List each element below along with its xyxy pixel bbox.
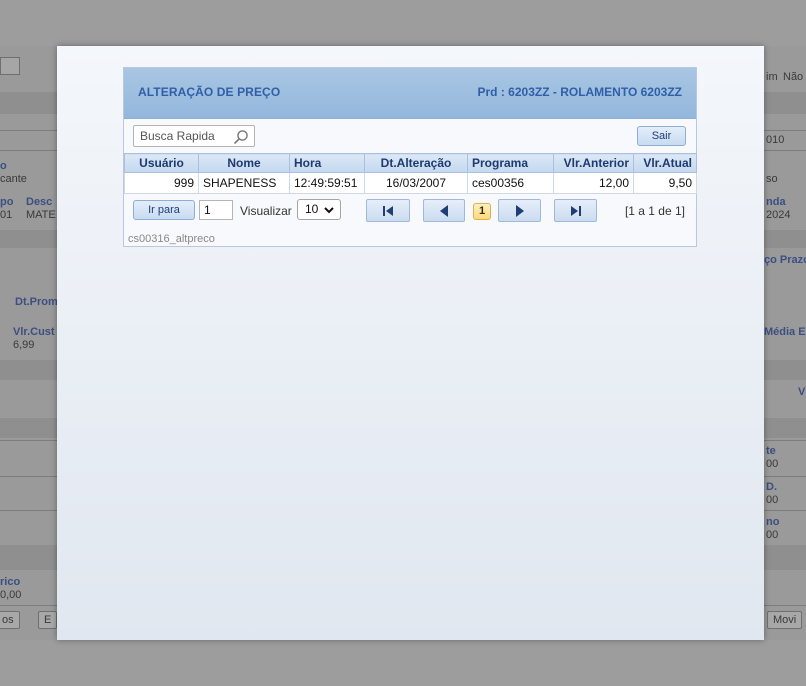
bg-label: no — [766, 516, 780, 528]
bg-bottom-bar — [0, 640, 806, 686]
table-row[interactable]: 999 SHAPENESS 12:49:59:51 16/03/2007 ces… — [124, 172, 697, 194]
quick-search — [133, 125, 255, 147]
bg-label: rico — [0, 576, 21, 588]
product-label: Prd : 6203ZZ - ROLAMENTO 6203ZZ — [477, 85, 683, 99]
bg-value: 010 — [766, 134, 785, 146]
dialog-title: ALTERAÇÃO DE PREÇO — [138, 85, 281, 99]
table-header-row: Usuário Nome Hora Dt.Alteração Programa … — [124, 153, 697, 173]
cell-vlr-atual: 9,50 — [633, 172, 697, 194]
first-page-icon — [383, 205, 393, 216]
bg-value: 00 — [766, 529, 779, 541]
bg-label: te — [766, 445, 776, 457]
bg-label: Média En — [764, 326, 806, 338]
bg-label: Desc — [26, 196, 53, 208]
column-header-dt-alteracao[interactable]: Dt.Alteração — [364, 153, 468, 173]
page-size-label: Visualizar — [240, 204, 292, 218]
goto-page-button[interactable]: Ir para — [133, 200, 195, 220]
column-header-programa[interactable]: Programa — [467, 153, 554, 173]
form-id-label: cs00316_altpreco — [128, 233, 215, 245]
cell-nome: SHAPENESS — [198, 172, 290, 194]
first-page-button[interactable] — [366, 199, 410, 222]
bg-label: D. — [766, 481, 777, 493]
bg-value: 2024 — [766, 209, 791, 221]
cell-vlr-anterior: 12,00 — [553, 172, 634, 194]
current-page-button[interactable]: 1 — [473, 203, 491, 220]
bg-radio-label: Não — [783, 71, 804, 83]
bg-value: cante — [0, 173, 27, 185]
close-button[interactable]: Sair — [637, 126, 686, 146]
prev-page-button[interactable] — [423, 199, 465, 222]
goto-page-input[interactable] — [199, 200, 233, 220]
bg-label: Vlr.Cust — [13, 326, 55, 338]
bg-label: Dt.Prom — [15, 296, 58, 308]
price-history-table: Usuário Nome Hora Dt.Alteração Programa … — [124, 153, 697, 194]
bg-value: MATE — [26, 209, 56, 221]
bg-radio-label: im — [766, 71, 778, 83]
bg-value: 00 — [766, 494, 779, 506]
last-page-button[interactable] — [554, 199, 597, 222]
page-size-select[interactable]: 10 — [297, 199, 341, 220]
pager: Ir para Visualizar 10 1 [1 a 1 — [124, 195, 696, 225]
last-page-icon — [570, 205, 581, 216]
column-header-vlr-anterior[interactable]: Vlr.Anterior — [553, 153, 634, 173]
next-page-button[interactable] — [498, 199, 541, 222]
bg-label: ço Prazo — [764, 254, 806, 266]
chevron-down-icon — [323, 204, 335, 216]
bg-button: E — [38, 611, 58, 629]
search-input[interactable] — [134, 126, 230, 146]
toolbar: Sair — [124, 120, 696, 152]
bg-value: so — [766, 173, 778, 185]
bg-button: os — [0, 611, 20, 629]
page-size-value: 10 — [305, 202, 319, 216]
bg-label: po — [0, 196, 14, 208]
page-range-text: [1 a 1 de 1] — [624, 204, 685, 218]
price-change-panel: ALTERAÇÃO DE PREÇO Prd : 6203ZZ - ROLAME… — [123, 67, 697, 247]
next-page-icon — [515, 204, 524, 217]
bg-button: Movi — [767, 611, 803, 629]
cell-usuario: 999 — [124, 172, 199, 194]
bg-label: o — [0, 160, 7, 172]
magnifier-icon[interactable] — [233, 129, 249, 145]
cell-programa: ces00356 — [467, 172, 554, 194]
bg-value: 0,00 — [0, 589, 22, 601]
prev-page-icon — [440, 204, 448, 217]
column-header-usuario[interactable]: Usuário — [124, 153, 199, 173]
cell-dt-alteracao: 16/03/2007 — [364, 172, 468, 194]
bg-value: 01 — [0, 209, 13, 221]
bg-value: 00 — [766, 458, 779, 470]
bg-value: 6,99 — [13, 339, 35, 351]
panel-header: ALTERAÇÃO DE PREÇO Prd : 6203ZZ - ROLAME… — [124, 68, 696, 119]
bg-top-bar — [0, 0, 806, 46]
cell-hora: 12:49:59:51 — [289, 172, 365, 194]
column-header-hora[interactable]: Hora — [289, 153, 365, 173]
bg-label: nda — [766, 196, 786, 208]
bg-label: V — [798, 386, 806, 398]
column-header-nome[interactable]: Nome — [198, 153, 290, 173]
bg-input — [0, 57, 20, 75]
column-header-vlr-atual[interactable]: Vlr.Atual — [633, 153, 697, 173]
price-history-modal: ALTERAÇÃO DE PREÇO Prd : 6203ZZ - ROLAME… — [57, 46, 764, 640]
